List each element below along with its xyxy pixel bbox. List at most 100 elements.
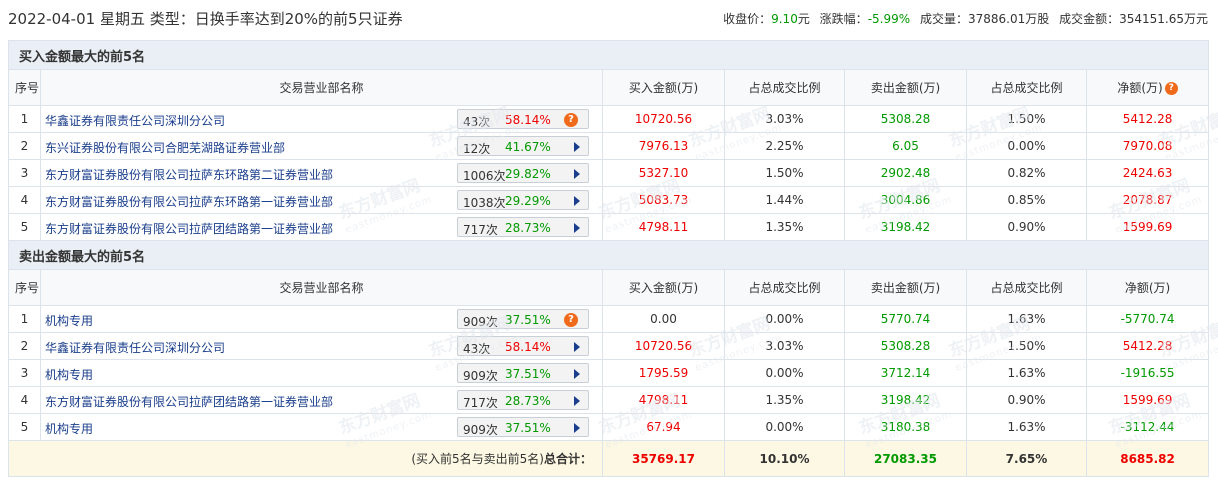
branch-stats-badge[interactable]: 1006次 29.82% (457, 163, 589, 183)
branch-cell: 机构专用 909次 37.51% (40, 359, 603, 387)
buy-amount: 1795.59 (602, 359, 725, 387)
branch-stats-badge[interactable]: 12次 41.67% (457, 136, 589, 156)
arrow-right-icon[interactable] (574, 169, 580, 179)
table-row: 1 机构专用 909次 37.51%? 0.00 0.00% 5770.74 1.63% -57… (8, 305, 1210, 333)
table-row: 3 东方财富证券股份有限公司拉萨东环路第二证券营业部 1006次 29.82% 5327… (8, 159, 1210, 187)
col-idx: 序号 (8, 269, 41, 306)
buy-ratio: 0.00% (724, 359, 845, 387)
sell-ratio: 1.50% (966, 105, 1087, 133)
sell-amount: 3198.42 (844, 213, 967, 241)
sell-ratio: 1.63% (966, 305, 1087, 333)
buy-ratio: 1.44% (724, 186, 845, 214)
close-value: 9.10 (771, 12, 798, 26)
branch-name-link[interactable]: 华鑫证券有限责任公司深圳分公司 (45, 339, 225, 356)
branch-count: 1038次 (463, 196, 506, 210)
col-sell: 卖出金额(万) (844, 269, 967, 306)
branch-name-link[interactable]: 机构专用 (45, 420, 93, 437)
sell-section-title: 卖出金额最大的前5名 (7, 240, 1210, 270)
arrow-right-icon[interactable] (574, 396, 580, 406)
net-amount: 5412.28 (1085, 105, 1210, 133)
buy-section-header: 买入金额最大的前5名 (7, 40, 1210, 70)
branch-cell: 东方财富证券股份有限公司拉萨东环路第一证券营业部 1038次 29.29% (40, 186, 603, 214)
arrow-right-icon[interactable] (574, 196, 580, 206)
net-amount: 5412.28 (1085, 332, 1210, 360)
arrow-right-icon[interactable] (574, 369, 580, 379)
arrow-right-icon[interactable] (574, 142, 580, 152)
col-buy: 买入金额(万) (602, 69, 725, 106)
sell-ratio: 1.63% (966, 413, 1087, 441)
sell-amount: 3198.42 (844, 386, 967, 414)
sell-ratio: 0.82% (966, 159, 1087, 187)
branch-cell: 机构专用 909次 37.51% (40, 413, 603, 441)
branch-stats-badge[interactable]: 717次 28.73% (457, 390, 589, 410)
net-amount: 7970.08 (1085, 132, 1210, 160)
branch-stats-badge[interactable]: 717次 28.73% (457, 217, 589, 237)
branch-success-rate: 58.14% (505, 113, 551, 127)
row-index: 4 (8, 186, 41, 214)
total-net: 8685.82 (1085, 440, 1210, 477)
branch-stats-badge[interactable]: 909次 37.51% (457, 363, 589, 383)
arrow-right-icon[interactable] (574, 223, 580, 233)
branch-name-link[interactable]: 东兴证券股份有限公司合肥芜湖路证券营业部 (45, 139, 285, 156)
row-index: 2 (8, 332, 41, 360)
total-sell: 27083.35 (844, 440, 967, 477)
branch-name-link[interactable]: 机构专用 (45, 312, 93, 329)
volume-value: 37886.01万股 (967, 12, 1050, 26)
branch-cell: 华鑫证券有限责任公司深圳分公司 43次 58.14% (40, 332, 603, 360)
help-icon[interactable]: ? (1164, 82, 1178, 95)
branch-cell: 华鑫证券有限责任公司深圳分公司 43次 58.14%? (40, 105, 603, 133)
branch-stats-badge[interactable]: 43次 58.14% (457, 336, 589, 356)
branch-name-link[interactable]: 东方财富证券股份有限公司拉萨团结路第一证券营业部 (45, 220, 333, 237)
buy-amount: 4798.11 (602, 386, 725, 414)
col-buy-ratio: 占总成交比例 (724, 269, 845, 306)
branch-cell: 东兴证券股份有限公司合肥芜湖路证券营业部 12次 41.67% (40, 132, 603, 160)
branch-name-link[interactable]: 东方财富证券股份有限公司拉萨东环路第一证券营业部 (45, 193, 333, 210)
question-icon[interactable]: ? (564, 313, 578, 327)
table-row: 4 东方财富证券股份有限公司拉萨团结路第一证券营业部 717次 28.73% 4798.… (8, 386, 1210, 414)
row-index: 4 (8, 386, 41, 414)
page-title: 2022-04-01 星期五 类型：日换手率达到20%的前5只证券 (8, 10, 403, 28)
branch-success-rate: 41.67% (505, 140, 551, 154)
net-amount: -5770.74 (1085, 305, 1210, 333)
branch-stats-badge[interactable]: 1038次 29.29% (457, 190, 589, 210)
branch-stats-badge[interactable]: 909次 37.51% (457, 417, 589, 437)
col-name: 交易营业部名称 (40, 69, 603, 106)
buy-ratio: 0.00% (724, 413, 845, 441)
buy-ratio: 1.35% (724, 386, 845, 414)
net-amount: 1599.69 (1085, 386, 1210, 414)
table-row: 3 机构专用 909次 37.51% 1795.59 0.00% 3712.14 1.63% -… (8, 359, 1210, 387)
branch-name-link[interactable]: 东方财富证券股份有限公司拉萨团结路第一证券营业部 (45, 393, 333, 410)
branch-cell: 机构专用 909次 37.51%? (40, 305, 603, 333)
branch-name-link[interactable]: 东方财富证券股份有限公司拉萨东环路第二证券营业部 (45, 166, 333, 183)
sell-ratio: 0.90% (966, 213, 1087, 241)
arrow-right-icon[interactable] (574, 423, 580, 433)
table-row: 4 东方财富证券股份有限公司拉萨东环路第一证券营业部 1038次 29.29% 5083… (8, 186, 1210, 214)
total-label-prefix: (买入前5名与卖出前5名) (411, 452, 544, 466)
branch-count: 717次 (463, 223, 498, 237)
arrow-right-icon[interactable] (574, 342, 580, 352)
branch-stats-badge[interactable]: 909次 37.51%? (457, 309, 589, 329)
branch-count: 717次 (463, 396, 498, 410)
buy-ratio: 1.50% (724, 159, 845, 187)
branch-name-link[interactable]: 华鑫证券有限责任公司深圳分公司 (45, 112, 225, 129)
sell-amount: 5770.74 (844, 305, 967, 333)
sell-amount: 5308.28 (844, 332, 967, 360)
branch-stats-badge[interactable]: 43次 58.14%? (457, 109, 589, 129)
question-icon[interactable]: ? (564, 113, 578, 127)
total-buy-ratio: 10.10% (724, 440, 845, 477)
branch-success-rate: 28.73% (505, 221, 551, 235)
branch-name-link[interactable]: 机构专用 (45, 366, 93, 383)
volume-label: 成交量： (919, 12, 968, 26)
branch-success-rate: 37.51% (505, 313, 551, 327)
branch-count: 909次 (463, 369, 498, 383)
col-net: 净额(万)? (1085, 69, 1210, 106)
col-net: 净额(万) (1085, 269, 1210, 306)
col-sell-ratio: 占总成交比例 (966, 269, 1087, 306)
change-value: -5.99% (867, 12, 911, 26)
col-buy-ratio: 占总成交比例 (724, 69, 845, 106)
branch-count: 909次 (463, 423, 498, 437)
amount-value: 354151.65万元 (1119, 12, 1208, 26)
col-buy: 买入金额(万) (602, 269, 725, 306)
row-index: 2 (8, 132, 41, 160)
table-row: 1 华鑫证券有限责任公司深圳分公司 43次 58.14%? 10720.56 3.03% 5… (8, 105, 1210, 133)
